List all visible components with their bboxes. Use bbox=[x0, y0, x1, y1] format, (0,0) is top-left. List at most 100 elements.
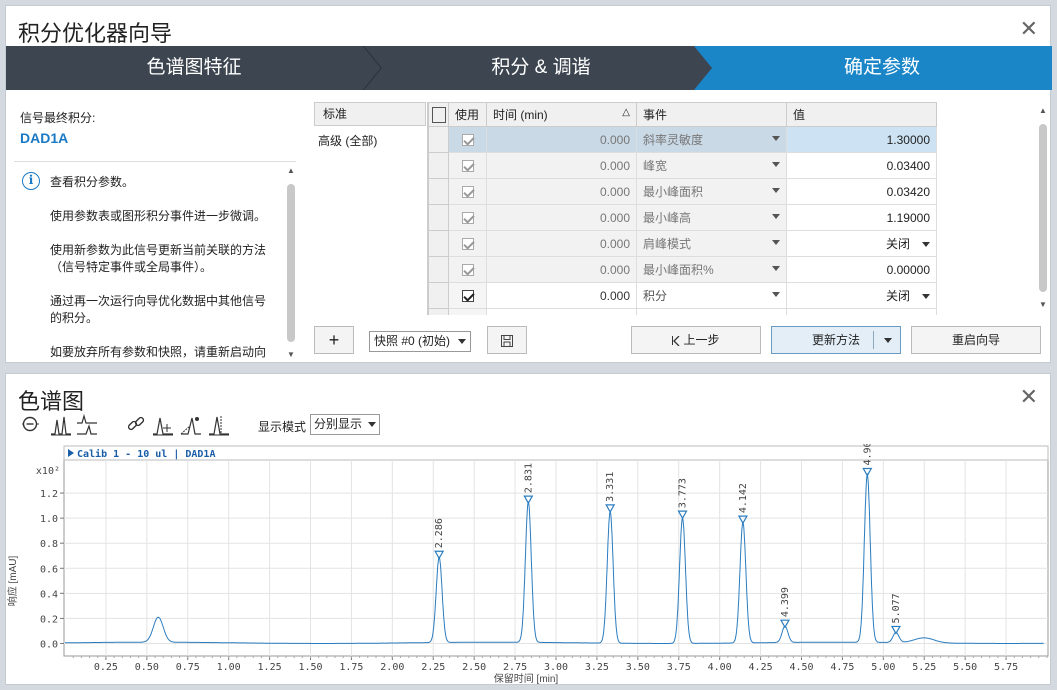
step-chromatogram-features[interactable]: 色谱图特征 bbox=[6, 46, 382, 90]
use-cell[interactable] bbox=[448, 282, 487, 309]
restart-wizard-button[interactable]: 重启向导 bbox=[911, 326, 1041, 354]
table-row[interactable]: 0.000 积分 关闭 bbox=[428, 282, 937, 309]
row-header[interactable] bbox=[428, 152, 449, 179]
x-tick-label: 1.00 bbox=[217, 662, 241, 673]
col-time[interactable]: 时间 (min) △ bbox=[486, 102, 637, 127]
time-cell[interactable]: 0.000 bbox=[486, 178, 637, 205]
col-use[interactable]: 使用 bbox=[448, 102, 487, 127]
scroll-down-icon[interactable]: ▼ bbox=[1039, 300, 1047, 309]
time-cell[interactable]: 0.000 bbox=[486, 256, 637, 283]
table-row[interactable]: 0.000 最小峰高 1.19000 bbox=[428, 204, 937, 231]
overlay-icon[interactable] bbox=[50, 414, 72, 436]
value-cell[interactable]: 0.00000 bbox=[786, 256, 937, 283]
value-cell[interactable]: 关闭 bbox=[786, 230, 937, 257]
use-cell[interactable] bbox=[448, 178, 487, 205]
step-integrate-tune[interactable]: 积分 & 调谐 bbox=[382, 46, 700, 90]
chevron-down-icon[interactable] bbox=[884, 338, 892, 343]
table-row[interactable]: 0.000 肩峰模式 关闭 bbox=[428, 230, 937, 257]
time-cell[interactable]: 0.000 bbox=[486, 282, 637, 309]
scroll-up-icon[interactable]: ▲ bbox=[287, 166, 295, 175]
close-icon[interactable]: ✕ bbox=[1020, 386, 1038, 408]
time-cell[interactable]: 0.000 bbox=[486, 126, 637, 153]
time-cell[interactable]: 0.000 bbox=[486, 230, 637, 257]
event-cell[interactable]: 肩峰模式 bbox=[636, 230, 787, 257]
previous-button[interactable]: 上一步 bbox=[631, 326, 761, 354]
chevron-down-icon[interactable] bbox=[772, 136, 780, 141]
row-header[interactable] bbox=[428, 204, 449, 231]
row-header[interactable] bbox=[428, 126, 449, 153]
close-icon[interactable]: ✕ bbox=[1020, 18, 1038, 40]
table-row[interactable]: 0.000 最小峰面积 0.03420 bbox=[428, 178, 937, 205]
table-row[interactable]: 0.000 峰宽 0.03400 bbox=[428, 152, 937, 179]
scroll-thumb[interactable] bbox=[287, 184, 295, 342]
use-cell[interactable] bbox=[448, 204, 487, 231]
value-cell[interactable]: 关闭 bbox=[786, 282, 937, 309]
table-row[interactable]: 0.000 最小峰面积% 0.00000 bbox=[428, 256, 937, 283]
time-cell[interactable]: 0.000 bbox=[486, 152, 637, 179]
value-cell[interactable]: 1.19000 bbox=[786, 204, 937, 231]
snapshot-select[interactable]: 快照 #0 (初始) bbox=[369, 331, 471, 352]
row-header[interactable] bbox=[428, 282, 449, 309]
chevron-down-icon[interactable] bbox=[772, 292, 780, 297]
standard-value[interactable]: 高级 (全部) bbox=[318, 132, 377, 149]
chevron-down-icon[interactable] bbox=[772, 266, 780, 271]
value-cell[interactable] bbox=[786, 308, 937, 315]
event-cell[interactable]: 积分 bbox=[636, 282, 787, 309]
peak-label: 5.077 bbox=[891, 593, 902, 623]
use-checkbox bbox=[461, 134, 474, 147]
event-cell[interactable] bbox=[636, 308, 787, 315]
chevron-down-icon[interactable] bbox=[772, 240, 780, 245]
use-cell[interactable] bbox=[448, 126, 487, 153]
col-event[interactable]: 事件 bbox=[636, 102, 787, 127]
event-cell[interactable]: 最小峰面积% bbox=[636, 256, 787, 283]
info-scrollbar[interactable]: ▲ ▼ bbox=[286, 166, 296, 361]
x-tick-label: 1.50 bbox=[298, 662, 322, 673]
chevron-down-icon[interactable] bbox=[922, 294, 930, 300]
display-mode-select[interactable]: 分别显示 bbox=[310, 414, 380, 435]
value-label: 关闭 bbox=[885, 237, 910, 251]
info-text: 如要放弃所有参数和快照，请重新启动向导。 bbox=[50, 345, 267, 359]
zoom-out-icon[interactable] bbox=[20, 414, 42, 436]
use-cell[interactable] bbox=[448, 256, 487, 283]
x-tick-label: 2.75 bbox=[503, 662, 527, 673]
event-cell[interactable]: 峰宽 bbox=[636, 152, 787, 179]
event-cell[interactable]: 最小峰面积 bbox=[636, 178, 787, 205]
col-value[interactable]: 值 bbox=[786, 102, 937, 127]
add-event-button[interactable]: + bbox=[314, 326, 354, 354]
value-cell[interactable]: 0.03400 bbox=[786, 152, 937, 179]
integrate-icon[interactable] bbox=[152, 414, 174, 436]
time-cell[interactable] bbox=[486, 308, 637, 315]
chevron-down-icon[interactable] bbox=[772, 162, 780, 167]
scroll-down-icon[interactable]: ▼ bbox=[287, 350, 295, 359]
row-header[interactable] bbox=[428, 256, 449, 283]
scroll-up-icon[interactable]: ▲ bbox=[1039, 106, 1047, 115]
link-icon[interactable] bbox=[126, 414, 148, 436]
value-cell[interactable]: 1.30000 bbox=[786, 126, 937, 153]
split-peak-icon[interactable] bbox=[208, 414, 230, 436]
update-method-button[interactable]: 更新方法 bbox=[771, 326, 901, 354]
baseline-icon[interactable] bbox=[180, 414, 202, 436]
row-header[interactable] bbox=[428, 178, 449, 205]
row-header[interactable] bbox=[428, 308, 449, 315]
event-cell[interactable]: 最小峰高 bbox=[636, 204, 787, 231]
step-confirm-params[interactable]: 确定参数 bbox=[712, 46, 1052, 90]
scroll-thumb[interactable] bbox=[1039, 124, 1047, 292]
use-cell[interactable] bbox=[448, 308, 487, 315]
value-cell[interactable]: 0.03420 bbox=[786, 178, 937, 205]
table-scrollbar[interactable]: ▲ ▼ bbox=[1038, 102, 1048, 314]
stack-icon[interactable] bbox=[76, 414, 98, 436]
time-cell[interactable]: 0.000 bbox=[486, 204, 637, 231]
event-label: 斜率灵敏度 bbox=[643, 133, 704, 147]
chevron-down-icon[interactable] bbox=[772, 188, 780, 193]
chromatogram-plot[interactable]: Calib 1 - 10 ul | DAD1A 0.25 0.50 0.75 1.00 1… bbox=[6, 444, 1052, 684]
chevron-down-icon[interactable] bbox=[772, 214, 780, 219]
row-header[interactable] bbox=[428, 230, 449, 257]
use-cell[interactable] bbox=[448, 230, 487, 257]
use-cell[interactable] bbox=[448, 152, 487, 179]
save-snapshot-button[interactable] bbox=[487, 326, 527, 354]
table-row[interactable] bbox=[428, 308, 937, 315]
table-row[interactable]: 0.000 斜率灵敏度 1.30000 bbox=[428, 126, 937, 153]
use-checkbox[interactable] bbox=[461, 290, 474, 303]
chevron-down-icon[interactable] bbox=[922, 242, 930, 248]
event-cell[interactable]: 斜率灵敏度 bbox=[636, 126, 787, 153]
